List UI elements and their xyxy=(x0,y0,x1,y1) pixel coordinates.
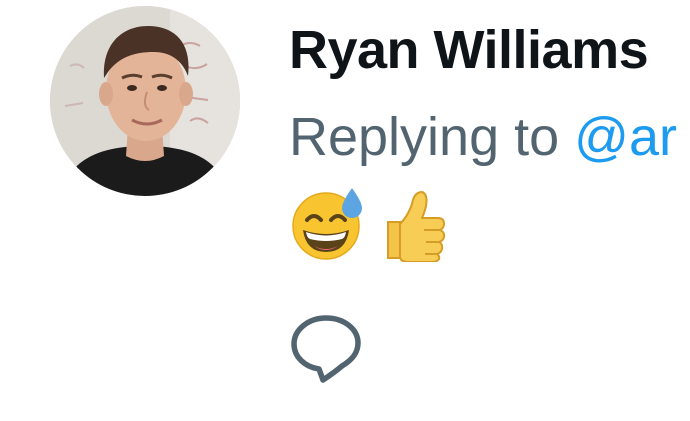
speech-bubble-icon xyxy=(291,315,361,383)
grinning-face-with-sweat-icon xyxy=(292,188,362,260)
replying-to-mention-link[interactable]: @ar xyxy=(574,107,677,167)
reply-tweet: Ryan Williams Replying to @ar xyxy=(0,0,690,421)
replying-to-line: Replying to @ar xyxy=(289,107,677,167)
author-name[interactable]: Ryan Williams xyxy=(289,22,649,78)
replying-to-label: Replying to xyxy=(289,107,575,167)
reply-button[interactable] xyxy=(290,312,362,384)
tweet-body-emojis xyxy=(290,186,448,262)
thumbs-up-icon xyxy=(387,191,446,262)
user-avatar[interactable] xyxy=(50,6,240,196)
avatar-image xyxy=(50,6,240,196)
